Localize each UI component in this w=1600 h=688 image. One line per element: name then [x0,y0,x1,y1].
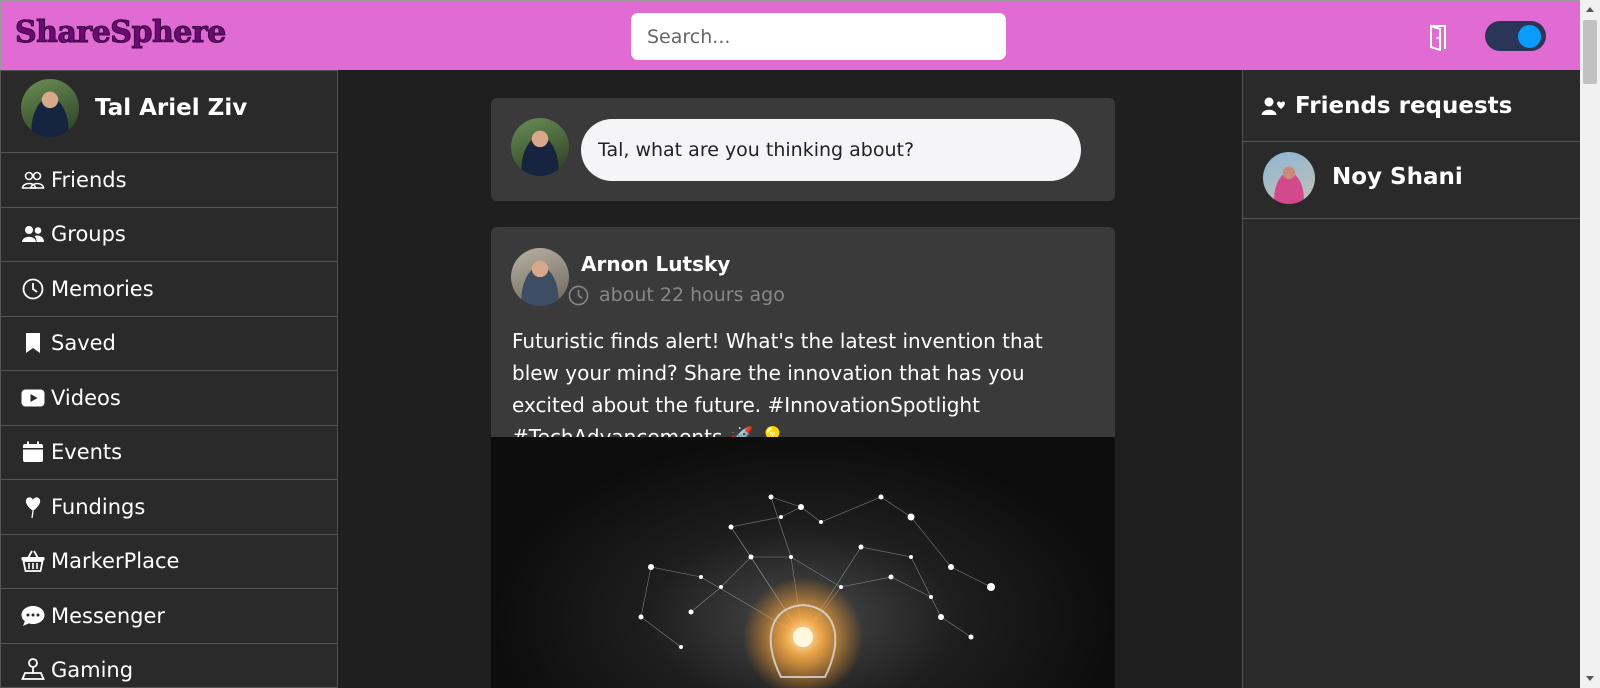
feed-post: Arnon Lutsky about 22 hours ago Futurist… [491,227,1115,688]
basket-icon [21,549,45,573]
avatar[interactable] [511,118,569,176]
friend-requests-header: Friends requests [1243,70,1580,142]
scrollbar-thumb[interactable] [1583,20,1597,84]
sidebar-item-label: Friends [51,167,127,192]
composer-input[interactable] [581,119,1081,181]
scroll-up-arrow-icon[interactable] [1586,7,1594,12]
scroll-down-arrow-icon[interactable] [1586,676,1594,681]
sidebar-item-groups[interactable]: Groups [1,208,337,262]
sidebar-item-friends[interactable]: Friends [1,153,337,208]
sidebar-item-label: Memories [51,276,154,301]
chat-icon [21,604,45,628]
post-timestamp: about 22 hours ago [568,284,785,306]
sidebar-item-saved[interactable]: Saved [1,317,337,371]
sidebar-item-label: MarkerPlace [51,549,180,574]
heart-balloon-icon [21,495,45,519]
video-icon [21,386,45,410]
friend-request-item[interactable]: Noy Shani [1243,142,1580,219]
profile-name[interactable]: Tal Ariel Ziv [95,95,247,121]
left-sidebar: Tal Ariel Ziv Friends Groups Memories Sa… [0,70,338,688]
post-text: Futuristic finds alert! What's the lates… [512,329,1043,449]
sidebar-item-videos[interactable]: Videos [1,371,337,426]
clock-icon [568,285,589,305]
sidebar-item-label: Messenger [51,603,166,628]
post-composer [491,98,1115,201]
sidebar-item-label: Videos [51,385,121,410]
sidebar-item-memories[interactable]: Memories [1,262,337,317]
top-header: ShareSphere [0,0,1580,70]
friend-requests-panel: Friends requests Noy Shani [1242,70,1580,688]
sidebar-item-fundings[interactable]: Fundings [1,480,337,535]
sidebar-item-messenger[interactable]: Messenger [1,589,337,644]
post-image[interactable] [491,437,1115,688]
sidebar-item-label: Groups [51,222,126,247]
page-scrollbar[interactable] [1580,0,1600,688]
sidebar-item-events[interactable]: Events [1,426,337,480]
add-user-icon [1261,97,1285,115]
sidebar-item-gaming[interactable]: Gaming [1,644,337,688]
panel-title: Friends requests [1295,92,1513,119]
post-author[interactable]: Arnon Lutsky [581,252,730,276]
avatar[interactable] [511,248,569,306]
door-exit-icon[interactable] [1427,23,1451,51]
lightbulb-network-image [638,494,995,688]
sidebar-item-label: Saved [51,331,116,356]
sidebar-profile[interactable]: Tal Ariel Ziv [1,71,337,153]
avatar[interactable] [21,79,79,137]
avatar[interactable] [1263,152,1315,204]
search-input[interactable] [631,13,1006,60]
app-logo[interactable]: ShareSphere [15,15,227,51]
bookmark-icon [21,331,45,355]
calendar-icon [21,440,45,464]
post-time-text: about 22 hours ago [599,284,785,306]
sidebar-item-marketplace[interactable]: MarkerPlace [1,535,337,589]
sidebar-item-label: Events [51,440,123,465]
friend-request-name[interactable]: Noy Shani [1332,164,1463,190]
toggle-knob [1518,25,1541,48]
clock-icon [21,277,45,301]
sidebar-item-label: Gaming [51,658,134,683]
sidebar-item-label: Fundings [51,494,146,519]
theme-toggle[interactable] [1485,21,1546,51]
joystick-icon [21,658,45,682]
groups-icon [21,222,45,246]
friends-icon [21,168,45,192]
